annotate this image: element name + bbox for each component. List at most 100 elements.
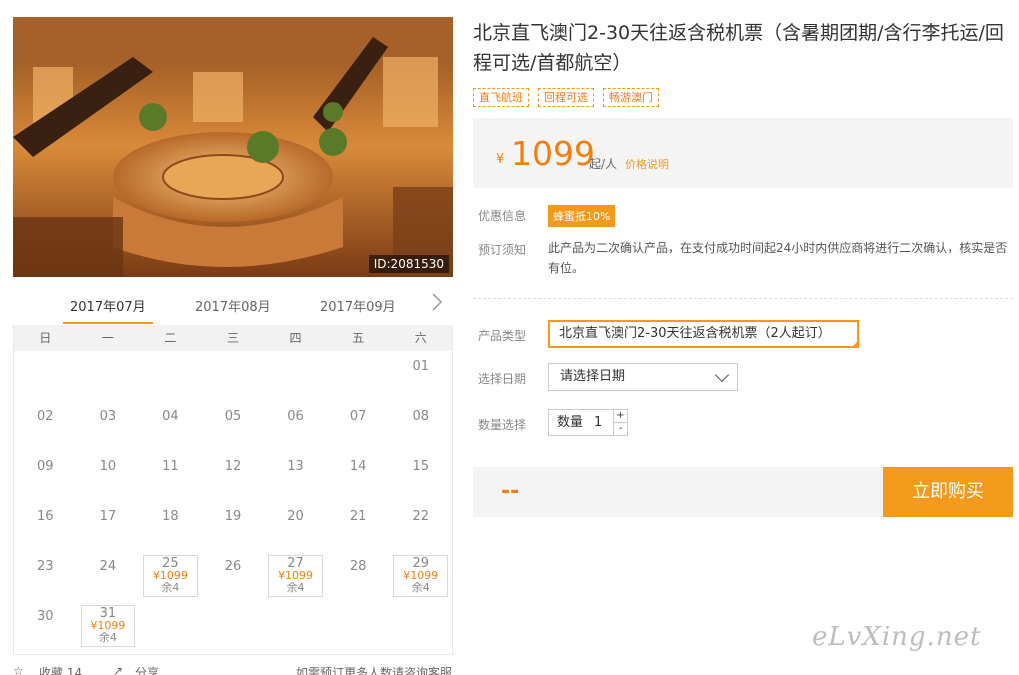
price-value: 1099 bbox=[511, 134, 595, 173]
tag-macau: 畅游澳门 bbox=[603, 88, 659, 107]
calendar-day: 22 bbox=[389, 501, 452, 551]
booking-notice: 此产品为二次确认产品，在支付成功时间起24小时内供应商将进行二次确认，核实是否有… bbox=[548, 241, 1008, 275]
star-icon[interactable]: ☆ bbox=[13, 664, 24, 675]
day-number: 07 bbox=[349, 409, 367, 424]
day-number: 01 bbox=[412, 359, 429, 374]
calendar-day: 30 bbox=[14, 601, 77, 651]
promo-badge: 蜂蜜抵10% bbox=[548, 205, 616, 227]
bottom-action-bar: ☆ 收藏 14 ↗ 分享 如需预订更多人数请咨询客服 bbox=[13, 664, 453, 675]
promo-label: 优惠信息 bbox=[478, 209, 527, 223]
day-number: 06 bbox=[287, 409, 304, 424]
quantity-increment-button[interactable]: + bbox=[613, 410, 627, 423]
calendar-day: 02 bbox=[14, 401, 77, 451]
calendar-day: 09 bbox=[14, 451, 77, 501]
quantity-row-label: 数量选择 bbox=[478, 418, 527, 432]
next-month-icon[interactable] bbox=[431, 292, 445, 314]
calendar-day: 28 bbox=[327, 551, 390, 601]
calendar-day: 17 bbox=[77, 501, 140, 551]
day-number: 08 bbox=[412, 409, 429, 424]
day-number: 18 bbox=[162, 509, 179, 524]
day-number: 02 bbox=[37, 409, 54, 424]
buy-now-button[interactable]: 立即购买 bbox=[883, 467, 1013, 517]
weekday-label: 五 bbox=[352, 331, 365, 345]
calendar-weekday-header: 日一二三四五六 bbox=[14, 325, 452, 351]
day-number: 15 bbox=[412, 459, 429, 474]
product-type-value: 北京直飞澳门2-30天往返含税机票（2人起订） bbox=[559, 326, 831, 341]
calendar-day: 10 bbox=[77, 451, 140, 501]
tab-month-2[interactable]: 2017年08月 bbox=[195, 296, 271, 315]
favorite-count[interactable]: 收藏 14 bbox=[39, 664, 82, 675]
calendar-day: 11 bbox=[139, 451, 202, 501]
calendar-day: 05 bbox=[202, 401, 265, 451]
product-type-label: 产品类型 bbox=[478, 329, 527, 343]
calendar-day[interactable]: 27 ¥1099 余4 bbox=[268, 555, 323, 597]
calendar-day[interactable]: 29 ¥1099 余4 bbox=[393, 555, 448, 597]
calendar-empty-cell bbox=[202, 351, 265, 401]
calendar-day[interactable]: 25 ¥1099 余4 bbox=[143, 555, 198, 597]
calendar-empty-cell bbox=[139, 351, 202, 401]
tab-month-3[interactable]: 2017年09月 bbox=[320, 296, 396, 315]
share-link[interactable]: 分享 bbox=[135, 664, 159, 675]
calendar-empty-cell bbox=[77, 351, 140, 401]
day-remaining: 余4 bbox=[411, 581, 430, 594]
photo-id-label: ID:2081530 bbox=[368, 255, 449, 273]
day-number: 17 bbox=[99, 509, 117, 524]
calendar-day: 15 bbox=[389, 451, 452, 501]
calendar-day: 23 bbox=[14, 551, 77, 601]
date-select[interactable]: 请选择日期 bbox=[548, 363, 738, 391]
calendar-day: 04 bbox=[139, 401, 202, 451]
day-number: 21 bbox=[349, 509, 367, 524]
quantity-decrement-button[interactable]: - bbox=[613, 423, 627, 436]
calendar-day: 16 bbox=[14, 501, 77, 551]
day-number: 03 bbox=[99, 409, 117, 424]
calendar-day: 19 bbox=[202, 501, 265, 551]
calendar-day[interactable]: 31 ¥1099 余4 bbox=[80, 605, 136, 647]
calendar-day: 08 bbox=[389, 401, 452, 451]
mall-interior-image bbox=[13, 17, 453, 277]
day-number: 26 bbox=[224, 559, 242, 574]
day-remaining: 余4 bbox=[286, 581, 305, 594]
price-box: ¥ 1099 起/人 价格说明 bbox=[473, 118, 1013, 188]
weekday-label: 四 bbox=[289, 331, 302, 345]
date-label: 选择日期 bbox=[478, 372, 527, 386]
day-number: 24 bbox=[99, 559, 117, 574]
calendar: 日 一 二 三 四 五 六 01 02 03 04 05 06 07 08 09 10 11 12 13 14 15 16… bbox=[13, 325, 453, 655]
product-type-select[interactable]: 北京直飞澳门2-30天往返含税机票（2人起订） bbox=[548, 320, 859, 348]
calendar-grid: 01 02 03 04 05 06 07 08 09 10 11 12 13 14 15 16 17 18 19 20… bbox=[14, 351, 452, 651]
calendar-day: 12 bbox=[202, 451, 265, 501]
quantity-value[interactable]: 1 bbox=[594, 410, 602, 435]
day-number: 14 bbox=[349, 459, 367, 474]
weekday-label: 三 bbox=[226, 331, 239, 345]
calendar-day: 24 bbox=[77, 551, 140, 601]
calendar-empty-cell bbox=[14, 351, 77, 401]
price-currency: ¥ bbox=[496, 152, 505, 167]
tab-month-1[interactable]: 2017年07月 bbox=[70, 296, 146, 315]
calendar-day: 26 bbox=[202, 551, 265, 601]
weekday-label: 日 bbox=[39, 331, 52, 345]
day-number: 09 bbox=[37, 459, 54, 474]
tag-return-optional: 回程可选 bbox=[538, 88, 594, 107]
group-booking-note[interactable]: 如需预订更多人数请咨询客服 bbox=[296, 664, 452, 675]
day-number: 16 bbox=[37, 509, 54, 524]
day-number: 22 bbox=[412, 509, 429, 524]
calendar-day: 21 bbox=[327, 501, 390, 551]
price-explanation-link[interactable]: 价格说明 bbox=[625, 156, 669, 172]
weekday-label: 六 bbox=[414, 331, 427, 345]
day-number: 20 bbox=[287, 509, 304, 524]
total-price: -- bbox=[501, 479, 520, 504]
notice-label: 预订须知 bbox=[478, 243, 527, 257]
calendar-day: 07 bbox=[327, 401, 390, 451]
day-number: 23 bbox=[37, 559, 54, 574]
day-number: 04 bbox=[162, 409, 179, 424]
share-icon[interactable]: ↗ bbox=[113, 664, 123, 675]
weekday-label: 二 bbox=[164, 331, 177, 345]
day-remaining: 余4 bbox=[98, 631, 117, 644]
day-number: 12 bbox=[224, 459, 242, 474]
month-tabs: 2017年07月 2017年08月 2017年09月 bbox=[13, 290, 453, 326]
quantity-stepper: 数量 1 + - bbox=[548, 409, 628, 436]
day-number: 10 bbox=[99, 459, 117, 474]
product-tags: 直飞航班 回程可选 畅游澳门 bbox=[473, 88, 659, 107]
day-number: 05 bbox=[224, 409, 242, 424]
selected-corner-icon bbox=[851, 340, 859, 348]
buy-bar: -- 立即购买 bbox=[473, 467, 1013, 517]
